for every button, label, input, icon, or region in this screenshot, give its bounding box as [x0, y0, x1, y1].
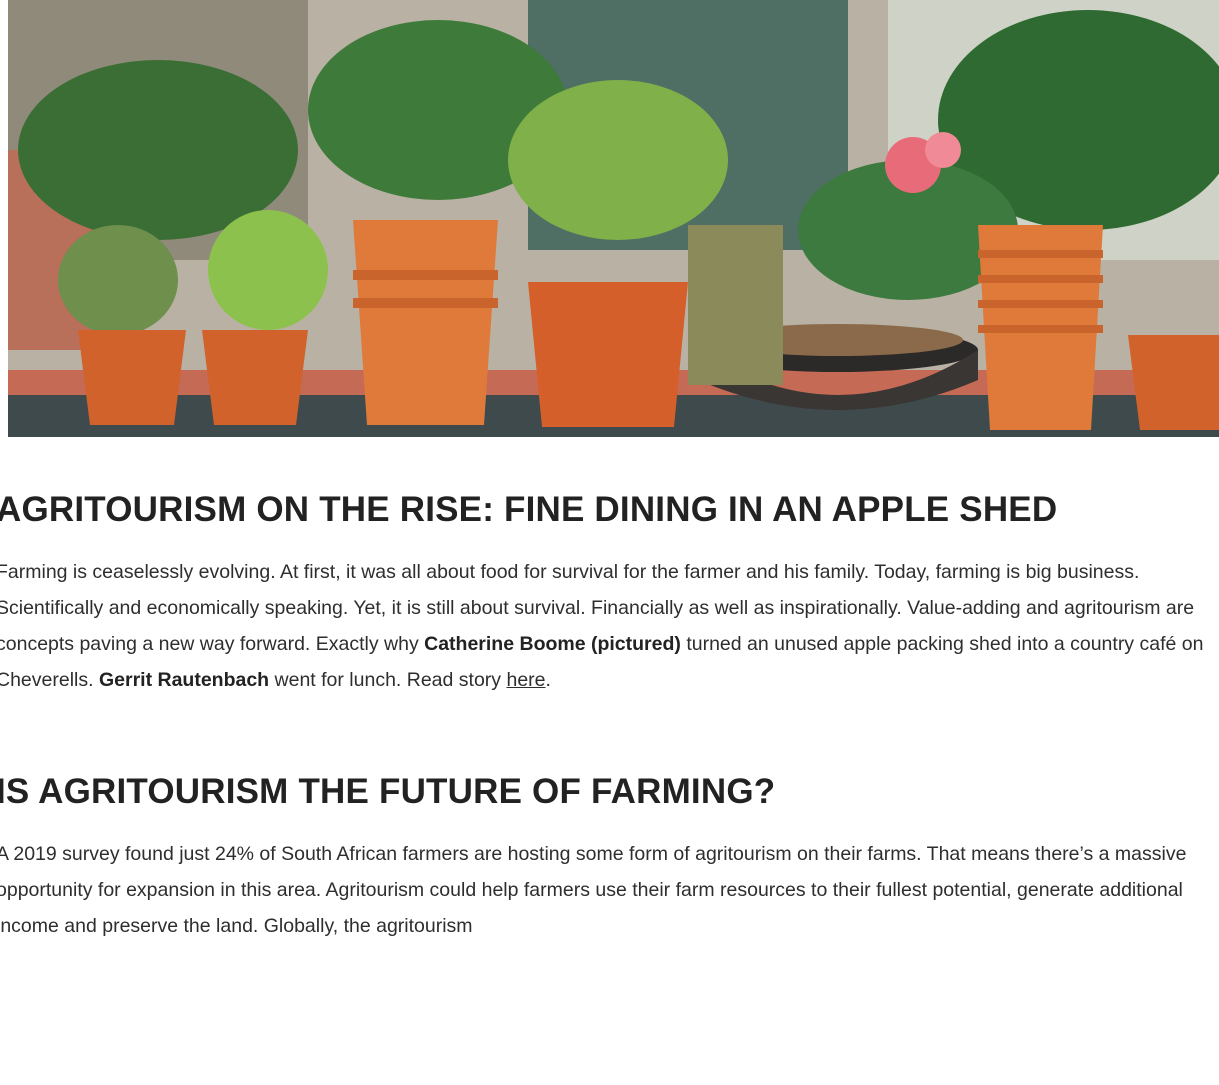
page: AGRITOURISM ON THE RISE: FINE DINING IN … [0, 0, 1219, 1085]
person-name: Catherine Boome (pictured) [424, 633, 681, 655]
hero-image [8, 0, 1219, 437]
article-content: AGRITOURISM ON THE RISE: FINE DINING IN … [0, 480, 1219, 944]
article-body: Farming is ceaselessly evolving. At firs… [0, 554, 1219, 698]
section-body: A 2019 survey found just 24% of South Af… [0, 843, 1187, 937]
author-name: Gerrit Rautenbach [98, 669, 270, 691]
read-story-link[interactable]: here [506, 669, 545, 691]
body-text: went for lunch. Read story [269, 669, 507, 691]
potted-plants-photo-icon [8, 0, 1219, 437]
section-title: IS AGRITOURISM THE FUTURE OF FARMING? [0, 772, 776, 811]
article-title: AGRITOURISM ON THE RISE: FINE DINING IN … [0, 490, 1058, 529]
body-text: . [545, 669, 551, 691]
